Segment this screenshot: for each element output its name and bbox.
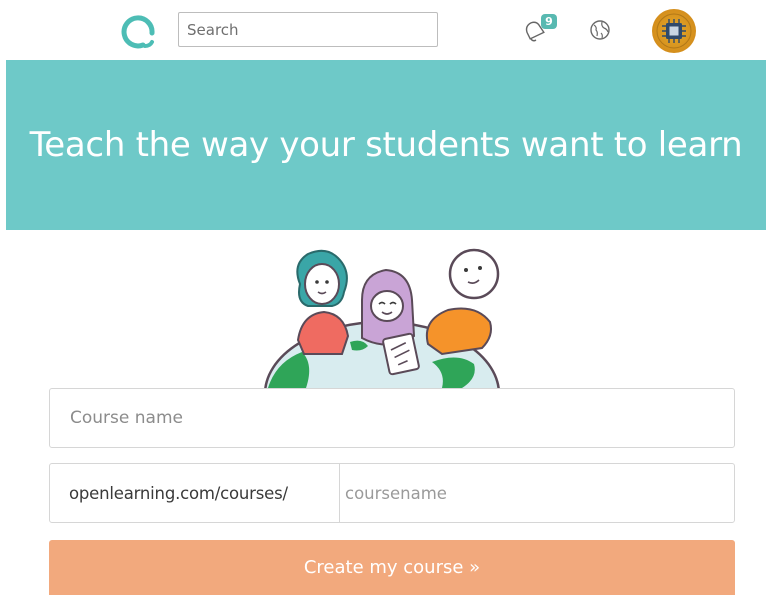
course-slug-input[interactable] (340, 464, 734, 522)
user-avatar[interactable] (652, 9, 696, 53)
hero-title: Teach the way your students want to lear… (29, 125, 743, 165)
course-name-input[interactable] (50, 389, 734, 447)
hero-banner: Teach the way your students want to lear… (6, 60, 766, 230)
openlearning-logo-icon[interactable] (119, 11, 159, 51)
notifications-button[interactable]: 9 (522, 14, 557, 44)
course-url-prefix: openlearning.com/courses/ (50, 464, 340, 522)
top-navigation-bar: 9 (0, 0, 766, 60)
notification-count-badge: 9 (541, 14, 557, 29)
microchip-icon (656, 13, 692, 49)
students-around-globe-illustration (264, 248, 500, 388)
search-input[interactable] (178, 12, 438, 47)
create-course-button[interactable]: Create my course » (49, 540, 735, 595)
course-name-field[interactable] (49, 388, 735, 448)
course-url-field: openlearning.com/courses/ (49, 463, 735, 523)
globe-icon[interactable] (589, 19, 611, 41)
